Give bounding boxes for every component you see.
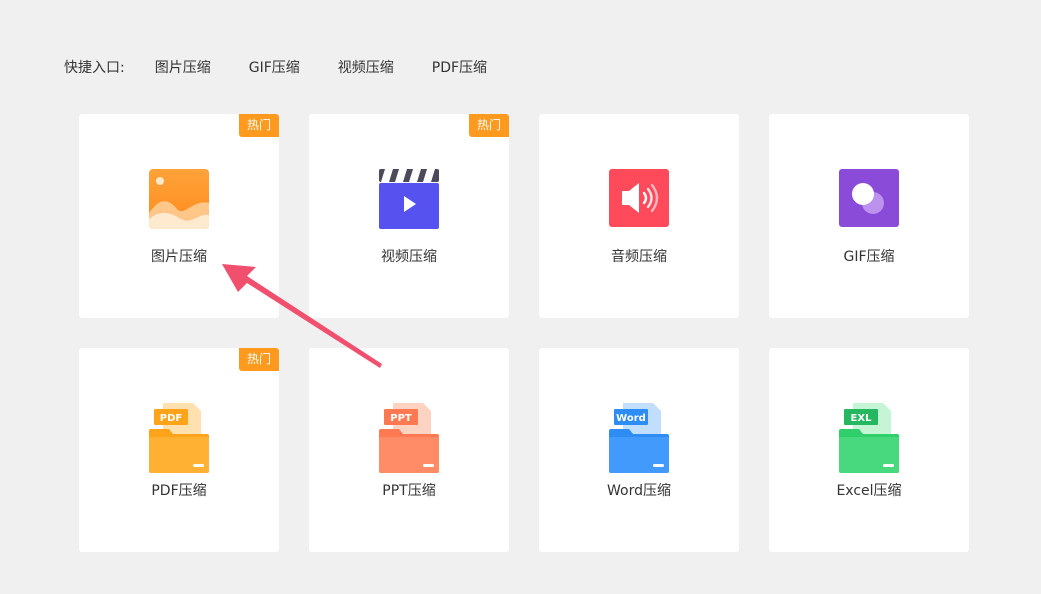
hot-badge: 热门 <box>469 114 509 137</box>
tool-title: Word压缩 <box>607 483 671 499</box>
tool-card-excel[interactable]: EXL Excel压缩 <box>769 348 969 552</box>
tool-card-gif[interactable]: GIF压缩 <box>769 114 969 318</box>
video-icon <box>379 169 439 229</box>
tool-card-ppt[interactable]: PPT PPT压缩 <box>309 348 509 552</box>
tool-title: GIF压缩 <box>843 249 895 265</box>
quick-link-gif[interactable]: GIF压缩 <box>249 57 300 77</box>
hot-badge: 热门 <box>239 114 279 137</box>
folder-tag: EXL <box>851 413 873 424</box>
tool-title: 音频压缩 <box>611 249 667 265</box>
tool-title: PPT压缩 <box>382 483 436 499</box>
quick-link-video[interactable]: 视频压缩 <box>338 57 394 77</box>
folder-tag: PPT <box>390 413 412 424</box>
audio-icon <box>609 169 669 229</box>
tool-card-image[interactable]: 热门 图片压缩 <box>79 114 279 318</box>
hot-badge: 热门 <box>239 348 279 371</box>
tool-card-word[interactable]: Word Word压缩 <box>539 348 739 552</box>
tool-title: Excel压缩 <box>836 483 902 499</box>
tool-title: 图片压缩 <box>151 249 207 265</box>
folder-tag: PDF <box>160 413 182 424</box>
tool-title: PDF压缩 <box>151 483 207 499</box>
quick-link-pdf[interactable]: PDF压缩 <box>432 57 487 77</box>
quick-link-image[interactable]: 图片压缩 <box>155 57 211 77</box>
image-icon <box>149 169 209 229</box>
tool-card-pdf[interactable]: 热门 PDF PDF压缩 <box>79 348 279 552</box>
pdf-folder-icon: PDF <box>149 403 209 473</box>
tool-card-audio[interactable]: 音频压缩 <box>539 114 739 318</box>
ppt-folder-icon: PPT <box>379 403 439 473</box>
tool-title: 视频压缩 <box>381 249 437 265</box>
excel-folder-icon: EXL <box>839 403 899 473</box>
folder-tag: Word <box>616 413 646 424</box>
tool-card-video[interactable]: 热门 视频压缩 <box>309 114 509 318</box>
quick-access-bar: 快捷入口: 图片压缩 GIF压缩 视频压缩 PDF压缩 <box>64 56 525 78</box>
word-folder-icon: Word <box>609 403 669 473</box>
quick-access-label: 快捷入口: <box>64 60 125 76</box>
gif-icon <box>839 169 899 229</box>
